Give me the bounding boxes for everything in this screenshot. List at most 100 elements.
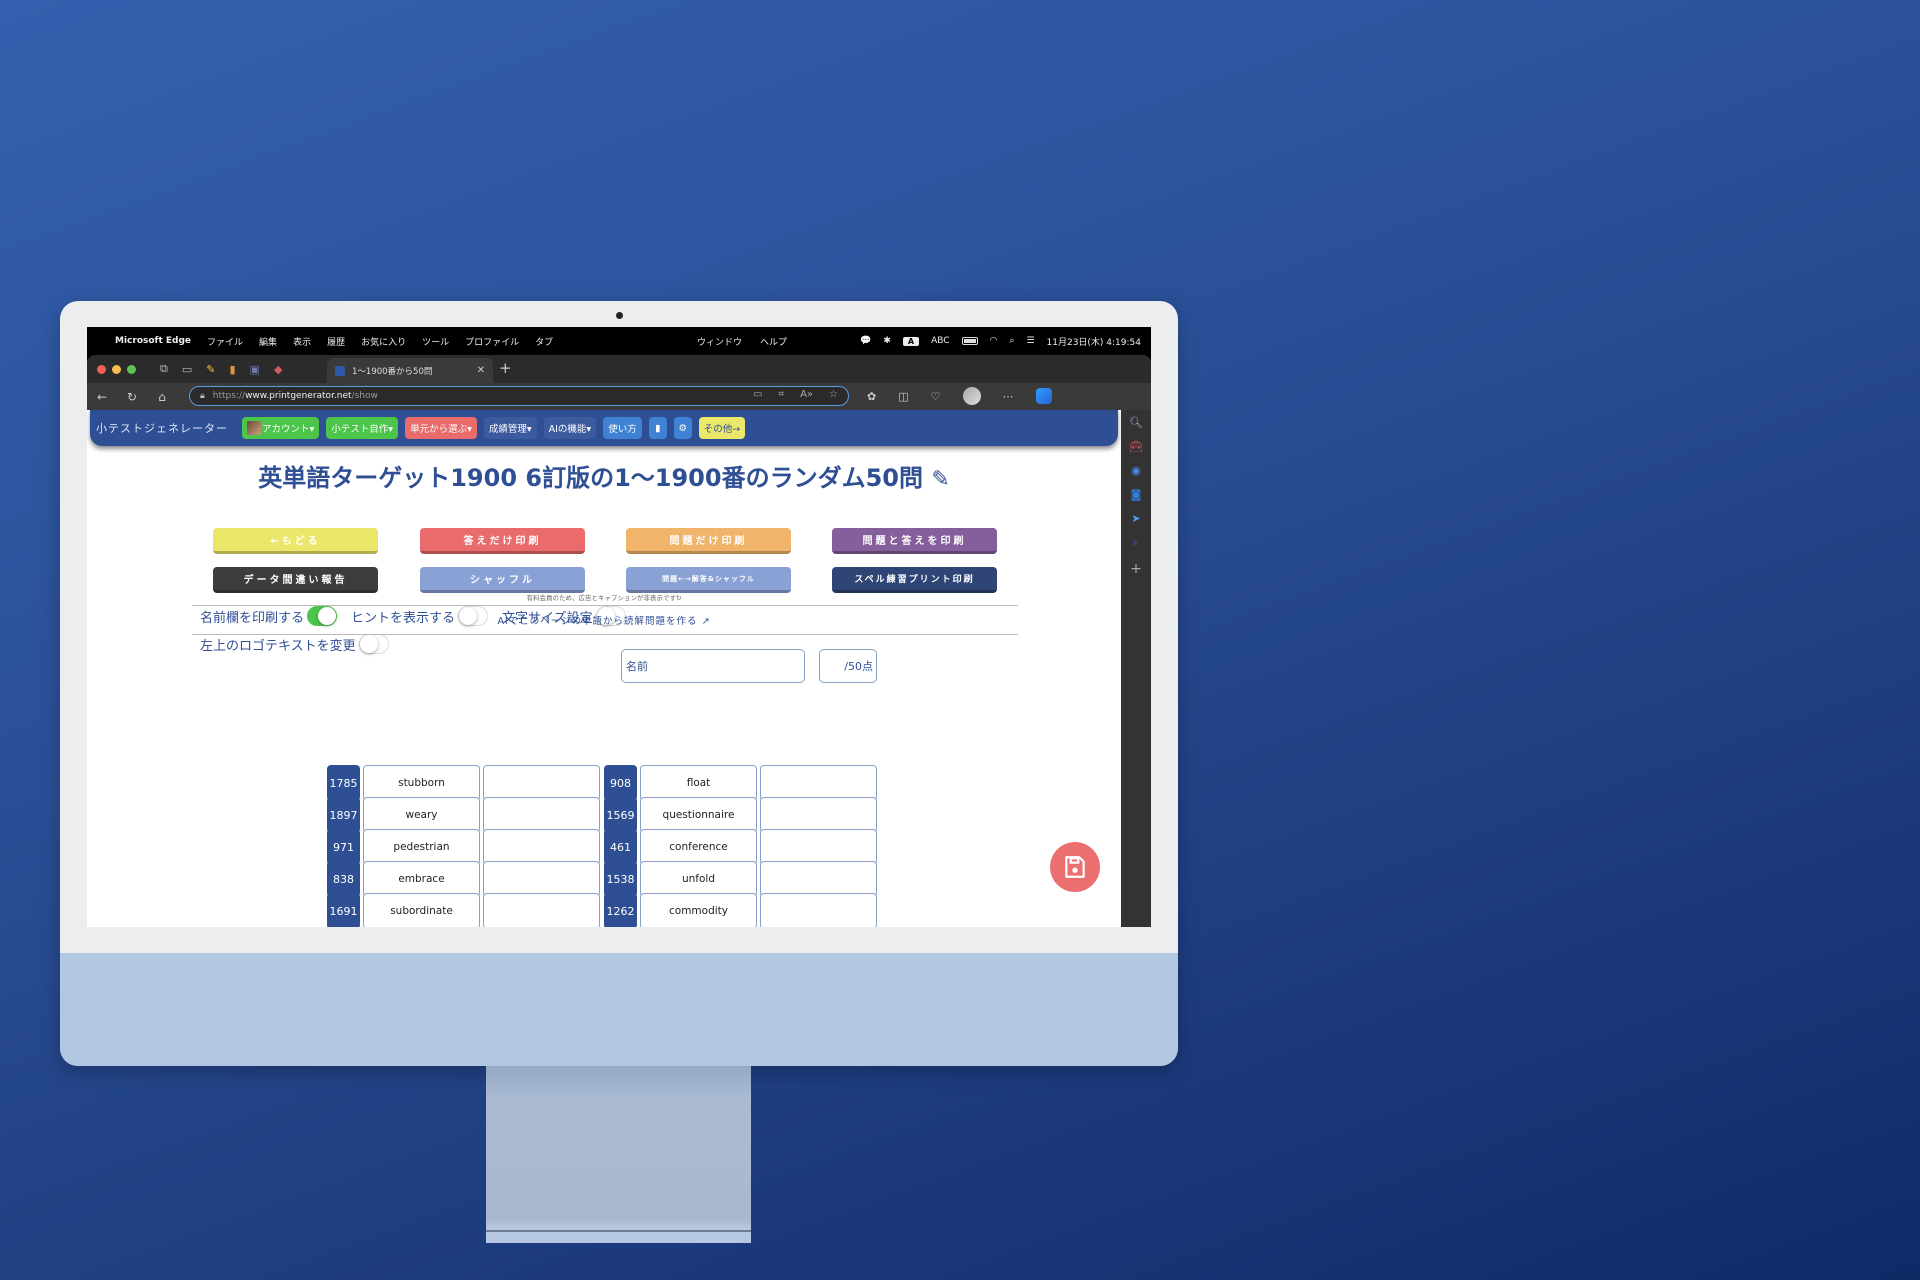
camera (616, 312, 623, 319)
report-data-error-button[interactable]: データ間違い報告 (213, 567, 378, 593)
pinned-tab-printer-icon[interactable]: ◆ (274, 363, 282, 376)
nav-bookmark-button[interactable]: ▮ (648, 417, 667, 439)
right-number: 1262 (604, 893, 637, 927)
split-screen-icon[interactable]: ◫ (898, 390, 908, 403)
refresh-button[interactable]: ↻ (125, 390, 139, 404)
menu-app-name[interactable]: Microsoft Edge (115, 336, 191, 346)
swap-shuffle-button[interactable]: 問題←→解答&シャッフル (626, 567, 791, 593)
print-spelling-practice-button[interactable]: スペル練習プリント印刷 (832, 567, 997, 593)
nav-account-button[interactable]: アカウント▾ (242, 417, 320, 439)
wifi-icon[interactable]: ◠ (990, 336, 998, 346)
left-number: 971 (327, 829, 360, 865)
copilot-icon[interactable] (1035, 388, 1052, 404)
divider (192, 634, 1018, 635)
spotlight-search-icon[interactable]: ⌕ (1009, 336, 1014, 346)
sidebar-tools-icon[interactable]: 🧰︎ (1129, 440, 1143, 453)
left-answer-field[interactable] (483, 797, 600, 833)
nav-grades-button[interactable]: 成績管理▾ (483, 417, 537, 439)
right-word: commodity (640, 893, 757, 927)
line-icon[interactable]: 💬 (860, 336, 871, 346)
monitor-chin (60, 953, 1178, 1066)
read-aloud-icon[interactable]: A» (800, 389, 813, 400)
edit-pencil-icon[interactable]: ✎ (931, 467, 949, 492)
nav-create-test-button[interactable]: 小テスト自作▾ (326, 417, 399, 439)
control-center-icon[interactable]: ☰ (1026, 336, 1034, 346)
active-tab[interactable]: 1〜1900番から50問 ✕ (327, 358, 493, 383)
menu-history[interactable]: 履歴 (327, 335, 345, 348)
right-word: unfold (640, 861, 757, 897)
right-answer-field[interactable] (760, 829, 877, 865)
more-menu-icon[interactable]: ⋯ (1003, 390, 1014, 403)
left-number: 1785 (327, 765, 360, 801)
menu-file[interactable]: ファイル (207, 335, 243, 348)
new-tab-button[interactable]: + (499, 359, 512, 377)
minimize-window-button[interactable] (112, 364, 121, 374)
name-field[interactable]: 名前 (621, 649, 805, 683)
menu-tab[interactable]: タブ (535, 335, 553, 348)
member-notice: 有料会員のため、広告とキャプションが非表示です↻ (526, 594, 682, 602)
home-button[interactable]: ⌂ (155, 390, 169, 404)
app-available-icon[interactable]: ▭ (753, 389, 762, 400)
menu-view[interactable]: 表示 (293, 335, 311, 348)
menu-profile[interactable]: プロファイル (465, 335, 519, 348)
score-field[interactable]: /50点 (819, 649, 877, 683)
back-button[interactable]: ← (95, 390, 109, 404)
brand-logo-text[interactable]: 小テストジェネレーター (96, 420, 228, 436)
workspaces-icon[interactable]: ⧉ (160, 362, 168, 376)
input-mode-icon[interactable]: A (902, 336, 920, 346)
browser-essentials-icon[interactable]: ♡ (931, 390, 941, 403)
qr-code-icon[interactable]: ⌗ (778, 389, 784, 400)
menu-tools[interactable]: ツール (422, 335, 449, 348)
print-answers-only-button[interactable]: 答えだけ印刷 (420, 528, 585, 554)
sidebar-copilot-icon[interactable]: ◉ (1131, 464, 1141, 477)
profile-avatar[interactable] (962, 387, 981, 405)
ai-reading-link[interactable]: AIでこのページの単語から読解問題を作る ↗ (87, 613, 1121, 627)
menu-edit[interactable]: 編集 (259, 335, 277, 348)
bluetooth-icon[interactable]: ✱ (883, 336, 891, 346)
menubar-clock[interactable]: 11月23日(木) 4:19:54 (1047, 335, 1141, 348)
left-number: 838 (327, 861, 360, 897)
nav-settings-button[interactable]: ⚙ (673, 417, 692, 439)
nav-other-button[interactable]: その他→ (698, 417, 746, 439)
toggles-row-2: 左上のロゴテキストを変更 (200, 634, 403, 654)
close-tab-icon[interactable]: ✕ (477, 365, 485, 376)
pinned-tab-drive-icon[interactable]: ✎ (206, 363, 215, 376)
extensions-icon[interactable]: ✿ (867, 390, 876, 403)
favorite-star-icon[interactable]: ☆ (829, 389, 838, 400)
back-button-page[interactable]: ←もどる (213, 528, 378, 554)
sidebar-discover-icon[interactable]: ⌕ (1133, 536, 1139, 550)
right-answer-field[interactable] (760, 893, 877, 927)
close-window-button[interactable] (97, 364, 106, 374)
print-questions-answers-button[interactable]: 問題と答えを印刷 (832, 528, 997, 554)
floppy-disk-icon (1065, 856, 1085, 878)
menu-favorites[interactable]: お気に入り (361, 335, 406, 348)
tab-actions-icon[interactable]: ▭ (182, 363, 192, 376)
zoom-window-button[interactable] (127, 364, 136, 374)
pinned-tab-analytics-icon[interactable]: ▮ (229, 363, 235, 376)
left-answer-field[interactable] (483, 765, 600, 801)
toggle-logo-text[interactable] (358, 634, 389, 654)
address-bar[interactable]: 🔒︎ https:// www.printgenerator.net /show… (189, 386, 849, 406)
right-answer-field[interactable] (760, 765, 877, 801)
input-label: ABC (931, 336, 950, 346)
left-answer-field[interactable] (483, 829, 600, 865)
menu-help[interactable]: ヘルプ (760, 335, 787, 348)
battery-icon[interactable] (961, 337, 978, 345)
shuffle-button[interactable]: シャッフル (420, 567, 585, 593)
nav-how-to-button[interactable]: 使い方 (603, 417, 642, 439)
left-number: 1897 (327, 797, 360, 833)
menu-window[interactable]: ウィンドウ (697, 335, 742, 348)
sidebar-send-icon[interactable]: ➤ (1131, 512, 1140, 525)
right-answer-field[interactable] (760, 861, 877, 897)
sidebar-add-icon[interactable]: + (1130, 561, 1142, 577)
left-answer-field[interactable] (483, 861, 600, 897)
sidebar-search-icon[interactable]: 🔍︎ (1129, 416, 1143, 429)
print-questions-only-button[interactable]: 問題だけ印刷 (626, 528, 791, 554)
sidebar-outlook-icon[interactable]: ◙ (1131, 488, 1142, 501)
pinned-tab-h-icon[interactable]: ▣ (250, 363, 260, 376)
nav-choose-unit-button[interactable]: 単元から選ぶ▾ (405, 417, 477, 439)
left-answer-field[interactable] (483, 893, 600, 927)
nav-ai-features-button[interactable]: AIの機能▾ (543, 417, 597, 439)
save-button[interactable] (1050, 842, 1100, 892)
right-answer-field[interactable] (760, 797, 877, 833)
